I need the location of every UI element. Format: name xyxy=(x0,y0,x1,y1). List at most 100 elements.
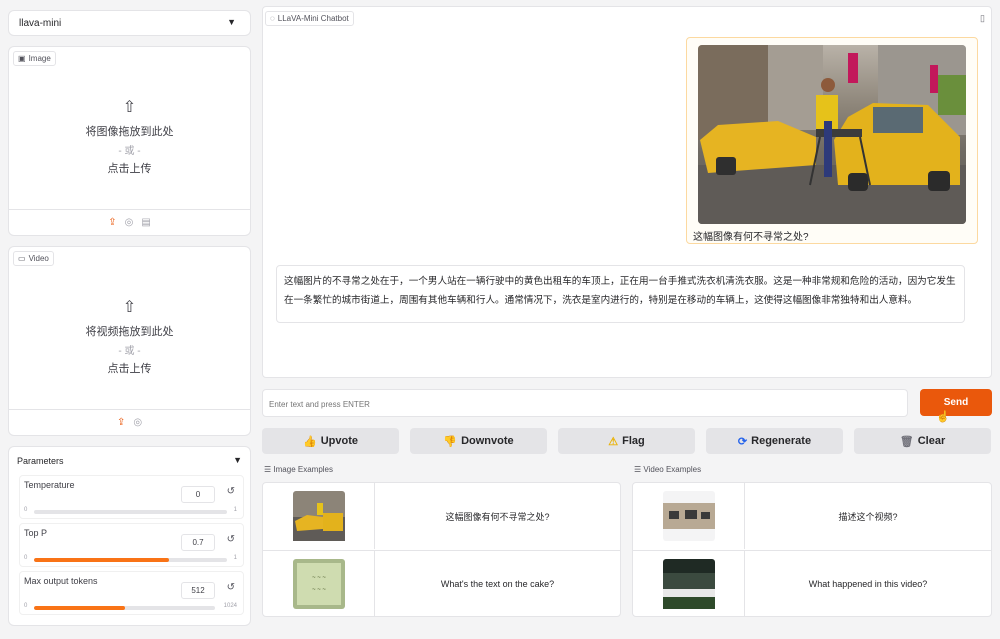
upload-icon: ⇧ xyxy=(122,99,137,116)
upload-icon[interactable]: ⇪ xyxy=(108,217,116,228)
cursor-icon: ☝ xyxy=(936,411,950,423)
clear-label: Clear xyxy=(917,435,946,447)
parameters-header[interactable]: Parameters ▼ xyxy=(9,447,250,473)
image-or-text: - 或 - xyxy=(118,146,141,157)
image-click-text: 点击上传 xyxy=(107,163,152,175)
reset-icon[interactable]: ↺ xyxy=(227,582,235,593)
user-message-bubble: 这幅图像有何不寻常之处? xyxy=(686,37,978,244)
top-p-min: 0 xyxy=(24,555,28,561)
image-example-text: 这幅图像有何不寻常之处? xyxy=(445,511,550,522)
video-examples-title: ☰ Video Examples xyxy=(634,465,702,474)
chatbot-panel: ◌ LLaVA-Mini Chatbot ▯ 这幅图像有何不寻常之处? 这幅图片… xyxy=(262,6,992,378)
image-examples-table: 这幅图像有何不寻常之处? ~ ~ ~ ~ ~ ~ What's the text… xyxy=(262,482,621,617)
example-thumbnail: ~ ~ ~ ~ ~ ~ xyxy=(292,558,345,609)
example-thumbnail xyxy=(292,491,345,541)
thumbs-up-icon: 👍 xyxy=(303,435,317,448)
video-drop-text: 将视频拖放到此处 xyxy=(85,326,174,338)
warning-icon: ⚠ xyxy=(608,435,619,448)
table-row[interactable]: 描述这个视频? xyxy=(633,483,991,549)
image-tag-label: Image xyxy=(28,54,51,63)
chatbot-tag: ◌ LLaVA-Mini Chatbot xyxy=(265,11,354,26)
refresh-icon: ⟳ xyxy=(737,435,748,448)
table-row[interactable]: 这幅图像有何不寻常之处? xyxy=(263,483,620,549)
top-p-fill xyxy=(34,558,170,562)
bot-message-bubble: 这幅图片的不寻常之处在于，一个男人站在一辆行驶中的黄色出租车的车顶上，正在用一台… xyxy=(276,265,965,323)
send-label: Send xyxy=(943,397,969,408)
image-tag: ▣ Image xyxy=(13,51,56,66)
regenerate-label: Regenerate xyxy=(751,435,812,447)
bot-message-text: 这幅图片的不寻常之处在于，一个男人站在一辆行驶中的黄色出租车的车顶上，正在用一台… xyxy=(284,276,956,306)
video-example-text: What happened in this video? xyxy=(808,578,928,589)
top-p-slider: Top P 0.7 ↺ 0 1 xyxy=(19,523,244,567)
top-p-value[interactable]: 0.7 xyxy=(181,534,215,551)
video-or-text: - 或 - xyxy=(118,346,141,357)
image-examples-title: ☰ Image Examples xyxy=(264,465,333,474)
image-upload-panel[interactable]: ▣ Image ⇧ 将图像拖放到此处 - 或 - 点击上传 ⇪ ◎ ▤ xyxy=(8,46,251,236)
chevron-down-icon: ▼ xyxy=(227,17,236,27)
regenerate-button[interactable]: ⟳ Regenerate xyxy=(706,428,843,454)
max-tokens-value[interactable]: 512 xyxy=(181,582,215,599)
top-p-max: 1 xyxy=(233,555,237,561)
image-icon: ▣ xyxy=(18,54,26,63)
webcam-icon[interactable]: ◎ xyxy=(125,217,134,228)
video-tag-label: Video xyxy=(28,254,49,263)
video-upload-panel[interactable]: ▭ Video ⇧ 将视频拖放到此处 - 或 - 点击上传 ⇪ ◎ xyxy=(8,246,251,436)
trash-icon[interactable]: ▯ xyxy=(980,13,985,24)
video-click-text: 点击上传 xyxy=(107,363,152,375)
video-examples-table: 描述这个视频? What happened in this video? xyxy=(632,482,992,617)
top-p-track[interactable] xyxy=(34,558,227,562)
model-select[interactable]: llava-mini ▼ xyxy=(8,10,251,36)
upload-icon: ⇧ xyxy=(122,299,137,316)
list-icon: ☰ xyxy=(634,465,642,474)
reset-icon[interactable]: ↺ xyxy=(227,534,235,545)
temperature-slider: Temperature 0 ↺ 0 1 xyxy=(19,475,244,519)
temperature-min: 0 xyxy=(24,507,28,513)
video-example-text: 描述这个视频? xyxy=(838,511,898,522)
user-message-text: 这幅图像有何不寻常之处? xyxy=(693,232,809,243)
image-drop-text: 将图像拖放到此处 xyxy=(85,126,174,138)
model-select-value: llava-mini xyxy=(19,18,62,29)
trash-icon: 🗑 xyxy=(899,435,914,448)
flag-button[interactable]: ⚠ Flag xyxy=(558,428,695,454)
temperature-track[interactable] xyxy=(34,510,227,514)
max-tokens-fill xyxy=(34,606,125,610)
downvote-label: Downvote xyxy=(461,435,514,447)
temperature-value[interactable]: 0 xyxy=(181,486,215,503)
message-input-field[interactable] xyxy=(269,396,889,412)
svg-text:~ ~ ~: ~ ~ ~ xyxy=(312,587,326,593)
chat-icon: ◌ xyxy=(270,14,275,23)
max-tokens-min: 0 xyxy=(24,603,28,609)
image-dropzone[interactable]: ⇧ 将图像拖放到此处 - 或 - 点击上传 xyxy=(9,97,250,176)
message-input[interactable] xyxy=(262,389,908,417)
upvote-label: Upvote xyxy=(320,435,358,447)
temperature-label: Temperature xyxy=(24,480,75,490)
video-tag: ▭ Video xyxy=(13,251,54,266)
flag-label: Flag xyxy=(622,435,645,447)
video-icon: ▭ xyxy=(18,254,26,263)
collapse-icon[interactable]: ▼ xyxy=(233,455,242,465)
reset-icon[interactable]: ↺ xyxy=(227,486,235,497)
example-thumbnail xyxy=(662,558,715,609)
temperature-max: 1 xyxy=(233,507,237,513)
top-p-label: Top P xyxy=(24,528,48,538)
table-row[interactable]: ~ ~ ~ ~ ~ ~ What's the text on the cake? xyxy=(263,550,620,616)
max-tokens-slider: Max output tokens 512 ↺ 0 1024 xyxy=(19,571,244,615)
max-tokens-track[interactable] xyxy=(34,606,215,610)
send-button[interactable]: Send xyxy=(920,389,992,416)
example-thumbnail xyxy=(662,491,715,541)
video-dropzone[interactable]: ⇧ 将视频拖放到此处 - 或 - 点击上传 xyxy=(9,297,250,376)
clipboard-icon[interactable]: ▤ xyxy=(141,217,150,228)
webcam-icon[interactable]: ◎ xyxy=(133,417,142,428)
upload-icon[interactable]: ⇪ xyxy=(117,417,125,428)
list-icon: ☰ xyxy=(264,465,272,474)
downvote-button[interactable]: 👎 Downvote xyxy=(410,428,547,454)
table-row[interactable]: What happened in this video? xyxy=(633,550,991,616)
clear-button[interactable]: 🗑 Clear xyxy=(854,428,991,454)
user-photo xyxy=(698,45,966,224)
max-tokens-max: 1024 xyxy=(223,603,237,609)
parameters-title: Parameters xyxy=(17,456,64,466)
thumbs-down-icon: 👎 xyxy=(443,435,458,448)
max-tokens-label: Max output tokens xyxy=(24,576,98,586)
upvote-button[interactable]: 👍 Upvote xyxy=(262,428,399,454)
parameters-panel: Parameters ▼ Temperature 0 ↺ 0 1 Top P 0… xyxy=(8,446,251,626)
